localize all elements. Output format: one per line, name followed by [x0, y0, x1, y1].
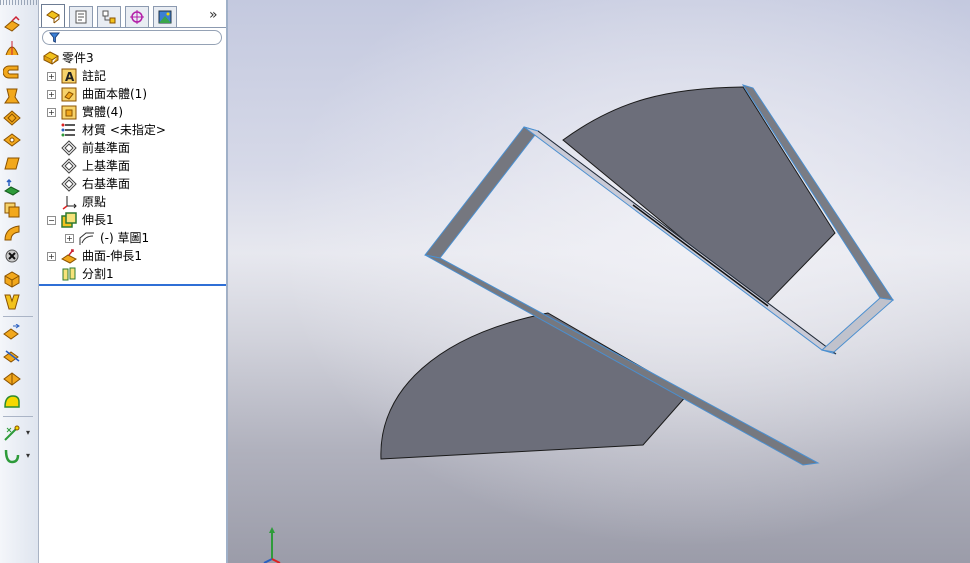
- surfaces-toolbar: ▾ ▾: [0, 0, 39, 563]
- feature-manager-panel: » 零件3 + A 註記 + 曲面本體(1) + 實體(4) 材質 <未指定> …: [39, 0, 228, 563]
- fill-surface-icon[interactable]: [2, 153, 22, 173]
- tree-item-label: 原點: [82, 195, 107, 209]
- filter-icon: [49, 32, 60, 43]
- tree-item-right-plane[interactable]: 右基準面: [39, 175, 226, 193]
- extend-surface-icon[interactable]: [2, 323, 22, 343]
- plane-icon: [61, 176, 77, 192]
- revolved-surface-icon[interactable]: [2, 38, 22, 58]
- planar-surface-icon[interactable]: [2, 130, 22, 150]
- expand-toggle[interactable]: +: [65, 234, 74, 243]
- tree-item-top-plane[interactable]: 上基準面: [39, 157, 226, 175]
- material-icon: [61, 122, 77, 138]
- tree-item-label: 伸長1: [82, 213, 114, 227]
- untrim-surface-icon[interactable]: [2, 369, 22, 389]
- tree-item-label: 註記: [82, 69, 107, 83]
- surface-bodies-folder-icon: [61, 86, 77, 102]
- chevron-down-icon[interactable]: ▾: [26, 429, 34, 437]
- tree-item-label: 分割1: [82, 267, 114, 281]
- tree-filter-input[interactable]: [42, 30, 222, 45]
- toolbar-separator: [3, 316, 33, 317]
- tree-item-sketch1[interactable]: + (-) 草圖1: [39, 229, 226, 247]
- tree-item-label: (-) 草圖1: [100, 231, 150, 245]
- tree-root-part[interactable]: 零件3: [39, 49, 226, 67]
- viewport-background: [228, 0, 970, 563]
- tree-item-label: 曲面本體(1): [82, 87, 147, 101]
- plane-icon: [61, 158, 77, 174]
- collapse-toggle[interactable]: −: [47, 216, 56, 225]
- reference-triad-icon: [258, 527, 298, 563]
- tree-item-origin[interactable]: 原點: [39, 193, 226, 211]
- expand-toggle[interactable]: +: [47, 72, 56, 81]
- knit-surface-icon[interactable]: [2, 223, 22, 243]
- tree-item-extrude1[interactable]: − 伸長1: [39, 211, 226, 229]
- solid-bodies-folder-icon: [61, 104, 77, 120]
- sketch-icon: [79, 230, 95, 246]
- tabs-divider: [39, 27, 226, 28]
- svg-text:A: A: [65, 70, 75, 84]
- origin-icon: [61, 194, 77, 210]
- radiated-surface-icon[interactable]: [2, 200, 22, 220]
- curves-icon[interactable]: [2, 446, 22, 466]
- lofted-surface-icon[interactable]: [2, 86, 22, 106]
- tree-item-label: 上基準面: [82, 159, 131, 173]
- tree-item-solid-bodies[interactable]: + 實體(4): [39, 103, 226, 121]
- tree-item-surface-bodies[interactable]: + 曲面本體(1): [39, 85, 226, 103]
- trim-surface-icon[interactable]: [2, 346, 22, 366]
- expand-toggle[interactable]: +: [47, 252, 56, 261]
- expand-toggle[interactable]: +: [47, 108, 56, 117]
- rollback-bar[interactable]: [39, 284, 226, 286]
- tree-item-label: 右基準面: [82, 177, 131, 191]
- delete-face-icon[interactable]: [2, 269, 22, 289]
- extrude-feature-icon: [61, 212, 77, 228]
- graphics-area[interactable]: [228, 0, 970, 563]
- model-view[interactable]: [228, 0, 970, 563]
- configurationmanager-tab[interactable]: [97, 6, 121, 27]
- tree-item-material[interactable]: 材質 <未指定>: [39, 121, 226, 139]
- tree-item-split1[interactable]: 分割1: [39, 265, 226, 283]
- expand-toggle[interactable]: +: [47, 90, 56, 99]
- plane-icon: [61, 140, 77, 156]
- featuremanager-tab[interactable]: [41, 4, 65, 28]
- tree-item-surface-extrude1[interactable]: + 曲面-伸長1: [39, 247, 226, 265]
- reference-geometry-icon[interactable]: [2, 423, 22, 443]
- annotations-icon: A: [61, 68, 77, 84]
- swept-surface-icon[interactable]: [2, 62, 22, 82]
- toolbar-separator: [3, 416, 33, 417]
- thicken-icon[interactable]: [2, 392, 22, 412]
- chevron-down-icon[interactable]: ▾: [26, 452, 34, 460]
- tree-item-front-plane[interactable]: 前基準面: [39, 139, 226, 157]
- display-manager-tab[interactable]: [153, 6, 177, 27]
- extruded-boss-icon[interactable]: [2, 14, 22, 34]
- surface-extrude-icon: [61, 248, 77, 264]
- dimxpert-tab[interactable]: [125, 6, 149, 27]
- boundary-surface-icon[interactable]: [2, 108, 22, 128]
- offset-surface-icon[interactable]: [2, 177, 22, 197]
- tree-item-label: 零件3: [62, 51, 94, 65]
- more-tabs-chevron-icon[interactable]: »: [209, 8, 218, 22]
- propertymanager-tab[interactable]: [69, 6, 93, 27]
- toolbar-grip[interactable]: [0, 0, 38, 5]
- ruled-surface-icon[interactable]: [2, 246, 22, 266]
- tree-item-label: 材質 <未指定>: [82, 123, 166, 137]
- tree-item-label: 前基準面: [82, 141, 131, 155]
- part-icon: [43, 50, 59, 66]
- replace-face-icon[interactable]: [2, 292, 22, 312]
- split-feature-icon: [61, 266, 77, 282]
- tree-item-annotations[interactable]: + A 註記: [39, 67, 226, 85]
- tree-item-label: 實體(4): [82, 105, 123, 119]
- tree-item-label: 曲面-伸長1: [82, 249, 142, 263]
